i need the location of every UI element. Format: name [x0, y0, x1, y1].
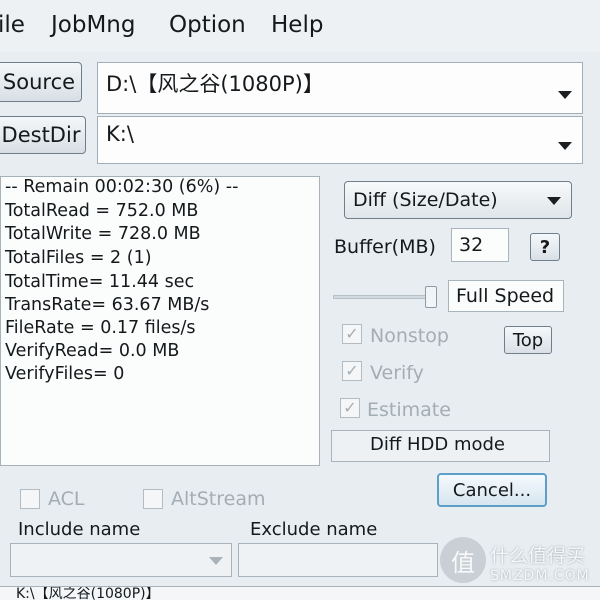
exclude-name-combo[interactable]	[238, 543, 438, 577]
watermark-logo: 值	[440, 537, 486, 583]
status-trans-rate: TransRate= 63.67 MB/s	[5, 295, 210, 315]
status-total-time: TotalTime= 11.44 sec	[5, 272, 195, 292]
buffer-label: Buffer(MB)	[334, 236, 436, 258]
menu-option[interactable]: Option	[169, 12, 246, 38]
menu-bar: ile JobMng Option Help	[0, 0, 600, 52]
menu-jobmng[interactable]: JobMng	[51, 12, 135, 38]
menu-help[interactable]: Help	[271, 12, 323, 38]
include-name-combo[interactable]	[10, 543, 232, 577]
current-path-text: K:\【风之谷(1080P)】	[16, 586, 160, 600]
estimate-label: Estimate	[367, 399, 451, 421]
acl-label: ACL	[48, 488, 85, 510]
destdir-button[interactable]: DestDir	[0, 116, 86, 154]
verify-label: Verify	[370, 362, 424, 384]
chevron-down-icon[interactable]	[558, 91, 572, 99]
help-button[interactable]: ?	[530, 233, 560, 261]
speed-slider-thumb[interactable]	[425, 286, 437, 308]
buffer-input[interactable]: 32	[451, 228, 509, 262]
status-verify-files: VerifyFiles= 0	[5, 364, 125, 384]
status-bar: K:\【风之谷(1080P)】	[0, 586, 600, 600]
menu-file[interactable]: ile	[0, 12, 25, 38]
exclude-name-label: Exclude name	[250, 519, 378, 540]
dest-path-value: K:\	[106, 122, 134, 146]
verify-checkbox[interactable]: ✓	[342, 361, 362, 381]
status-file-rate: FileRate = 0.17 files/s	[5, 318, 196, 338]
include-name-label: Include name	[18, 519, 141, 540]
chevron-down-icon[interactable]	[547, 197, 561, 205]
source-path-combo[interactable]: D:\【风之谷(1080P)】	[97, 62, 583, 114]
status-verify-read: VerifyRead= 0.0 MB	[5, 341, 180, 361]
speed-slider-track	[333, 295, 437, 299]
copy-mode-value: Diff (Size/Date)	[353, 189, 498, 211]
top-button[interactable]: Top	[504, 326, 552, 354]
chevron-down-icon[interactable]	[558, 142, 572, 150]
estimate-checkbox[interactable]: ✓	[340, 398, 360, 418]
source-path-value: D:\【风之谷(1080P)】	[106, 72, 324, 96]
status-total-read: TotalRead = 752.0 MB	[5, 201, 199, 221]
status-total-files: TotalFiles = 2 (1)	[5, 248, 152, 268]
altstream-checkbox[interactable]	[143, 489, 163, 509]
cancel-button[interactable]: Cancel...	[437, 473, 547, 507]
status-remain: -- Remain 00:02:30 (6%) --	[5, 177, 239, 197]
speed-slider[interactable]	[333, 286, 441, 308]
status-total-write: TotalWrite = 728.0 MB	[5, 224, 201, 244]
watermark-cn: 什么值得买	[490, 545, 586, 567]
chevron-down-icon[interactable]	[209, 557, 223, 565]
status-panel: -- Remain 00:02:30 (6%) -- TotalRead = 7…	[0, 176, 320, 466]
copy-mode-select[interactable]: Diff (Size/Date)	[344, 181, 572, 219]
watermark-en: SMZDM.COM	[490, 568, 590, 584]
source-button[interactable]: Source	[0, 62, 82, 102]
nonstop-label: Nonstop	[370, 325, 449, 347]
speed-readout: Full Speed	[448, 280, 564, 312]
dest-path-combo[interactable]: K:\	[97, 116, 583, 164]
acl-checkbox[interactable]	[20, 489, 40, 509]
altstream-label: AltStream	[171, 488, 266, 510]
nonstop-checkbox[interactable]: ✓	[342, 324, 362, 344]
diff-hdd-mode-button[interactable]: Diff HDD mode	[331, 430, 550, 462]
